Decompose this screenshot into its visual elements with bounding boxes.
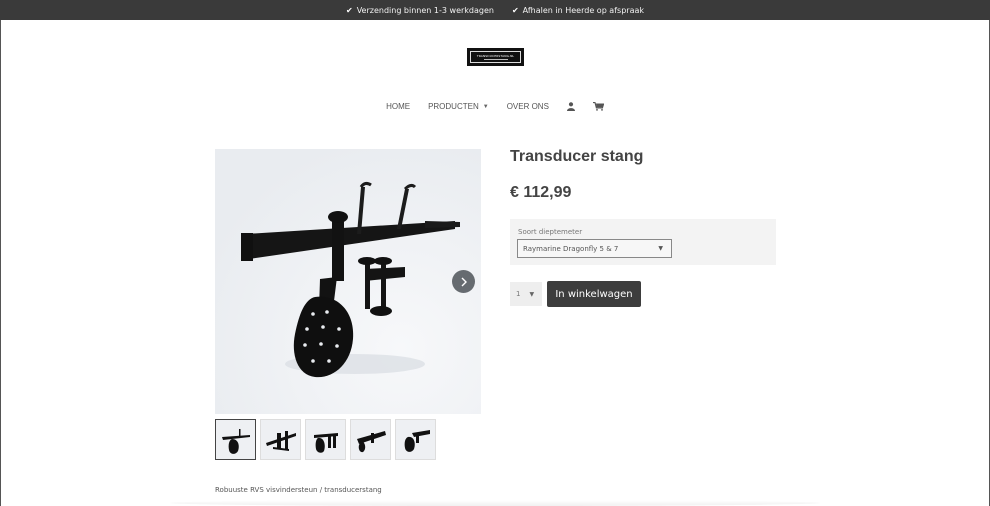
thumbnail-1[interactable] (215, 419, 256, 460)
quantity-select[interactable]: 1 ▼ (510, 282, 542, 306)
caret-down-icon: ▼ (529, 290, 535, 298)
product-description: Robuuste RVS visvindersteun / transducer… (215, 486, 382, 494)
site-logo[interactable]: TRANSDUCERSTANG.NL (467, 48, 524, 66)
nav-over-ons[interactable]: OVER ONS (507, 102, 549, 111)
thumbnail-strip (215, 419, 436, 460)
check-icon: ✔ (345, 5, 353, 15)
thumbnail-4[interactable] (350, 419, 391, 460)
page-bottom-shadow (170, 500, 820, 506)
logo-text: TRANSDUCERSTANG.NL (476, 54, 515, 58)
caret-down-icon: ▼ (658, 245, 663, 252)
nav-producten-label: PRODUCTEN (428, 102, 479, 111)
thumbnail-2[interactable] (260, 419, 301, 460)
window-border-left (0, 20, 1, 506)
add-to-cart-button[interactable]: In winkelwagen (547, 281, 641, 307)
thumbnail-3[interactable] (305, 419, 346, 460)
quantity-value: 1 (516, 290, 521, 298)
nav-producten[interactable]: PRODUCTEN ▼ (428, 102, 489, 111)
usp-pickup-text: Afhalen in Heerde op afspraak (522, 5, 644, 15)
caret-down-icon: ▼ (482, 103, 489, 110)
product-price: € 112,99 (510, 184, 572, 201)
user-icon[interactable] (566, 102, 575, 111)
variant-selector-panel: Soort dieptemeter Raymarine Dragonfly 5 … (510, 219, 776, 265)
usp-pickup: ✔ Afhalen in Heerde op afspraak (512, 6, 644, 15)
variant-select[interactable]: Raymarine Dragonfly 5 & 7 ▼ (517, 239, 672, 258)
variant-label: Soort dieptemeter (518, 228, 583, 236)
announcement-bar: ✔ Verzending binnen 1-3 werkdagen ✔ Afha… (0, 0, 990, 20)
variant-selected-value: Raymarine Dragonfly 5 & 7 (523, 244, 619, 253)
nav-home[interactable]: HOME (386, 102, 410, 111)
chevron-right-icon (461, 277, 467, 286)
main-navigation: HOME PRODUCTEN ▼ OVER ONS (0, 102, 990, 111)
next-image-button[interactable] (452, 270, 475, 293)
product-main-image[interactable] (215, 149, 481, 414)
usp-shipping-text: Verzending binnen 1-3 werkdagen (356, 5, 494, 15)
usp-shipping: ✔ Verzending binnen 1-3 werkdagen (346, 6, 494, 15)
check-icon: ✔ (511, 5, 519, 15)
cart-icon[interactable] (592, 102, 604, 111)
thumbnail-5[interactable] (395, 419, 436, 460)
product-title: Transducer stang (510, 148, 644, 165)
